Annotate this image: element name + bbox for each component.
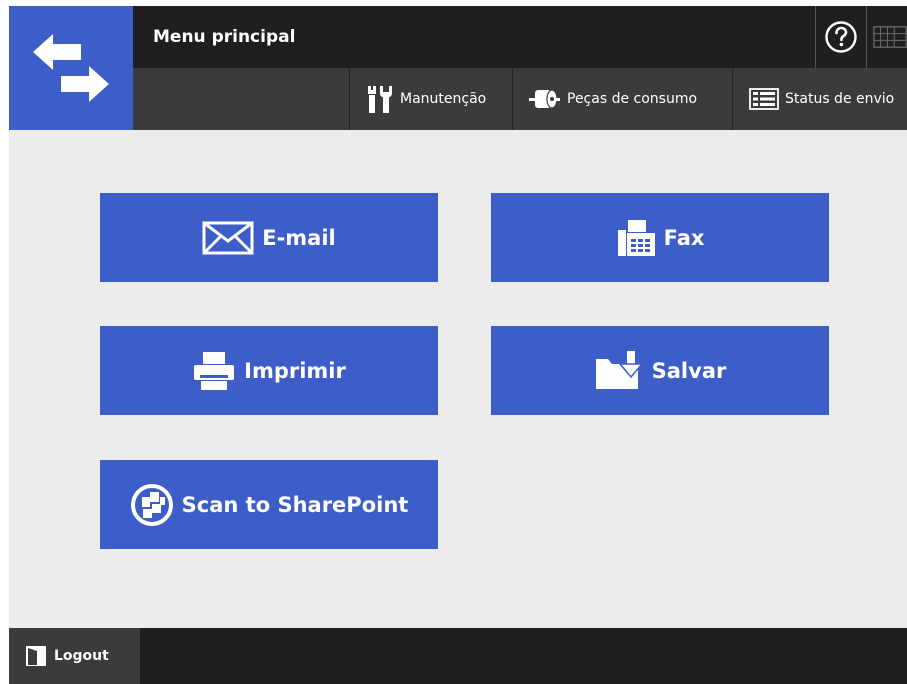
logout-icon — [25, 645, 47, 667]
logout-button[interactable]: Logout — [9, 628, 140, 684]
fax-button[interactable]: Fax — [491, 193, 829, 282]
send-status-label: Status de envio — [785, 91, 895, 107]
consumables-button[interactable]: Peças de consumo — [512, 68, 732, 130]
logout-label: Logout — [54, 648, 109, 664]
sharepoint-label: Scan to SharePoint — [181, 492, 409, 517]
fax-label: Fax — [663, 225, 705, 250]
help-button[interactable] — [815, 6, 866, 68]
email-label: E-mail — [262, 225, 336, 250]
save-button[interactable]: Salvar — [491, 326, 829, 415]
app-logo[interactable] — [9, 6, 133, 130]
sharepoint-icon — [130, 483, 174, 527]
title-bar: Menu principal — [133, 6, 907, 68]
fax-icon — [616, 219, 656, 256]
footer-bar: Logout — [9, 628, 907, 684]
paper-roll-icon — [527, 87, 561, 111]
status-list-icon — [749, 88, 779, 110]
tool-bar: Manutenção Peças de consumo Status de en… — [133, 68, 907, 130]
print-label: Imprimir — [244, 358, 346, 383]
email-button[interactable]: E-mail — [100, 193, 438, 282]
printer-icon — [192, 351, 236, 391]
folder-save-icon — [594, 350, 644, 391]
tools-icon — [366, 84, 394, 114]
envelope-icon — [202, 221, 254, 255]
keyboard-icon — [873, 26, 907, 48]
print-button[interactable]: Imprimir — [100, 326, 438, 415]
swap-arrows-icon — [33, 34, 109, 102]
help-icon — [825, 21, 857, 53]
save-label: Salvar — [651, 358, 727, 383]
page-title: Menu principal — [153, 27, 296, 47]
maintenance-button[interactable]: Manutenção — [349, 68, 512, 130]
sharepoint-button[interactable]: Scan to SharePoint — [100, 460, 438, 549]
main-menu-screen: Menu principal Manutenção Peças de consu… — [9, 6, 907, 684]
keyboard-button[interactable] — [866, 6, 907, 68]
maintenance-label: Manutenção — [400, 91, 487, 107]
send-status-button[interactable]: Status de envio — [732, 68, 907, 130]
consumables-label: Peças de consumo — [567, 91, 698, 107]
